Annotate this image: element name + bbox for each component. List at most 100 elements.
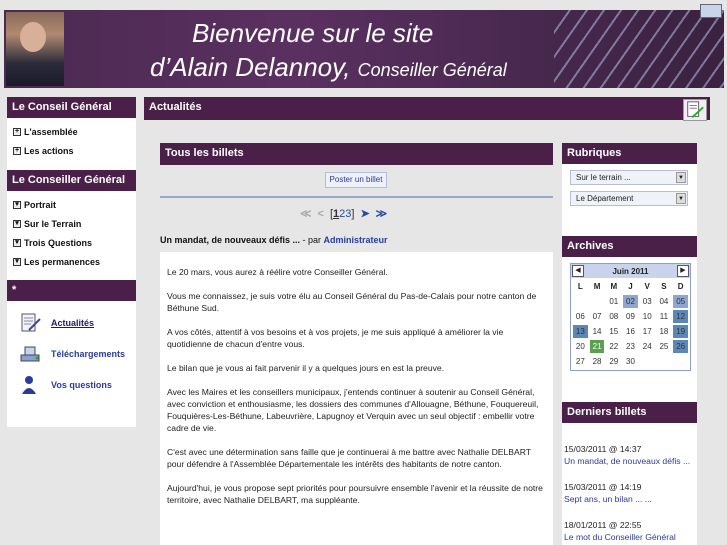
site-banner: Bienvenue sur le site d’Alain Delannoy, … — [4, 10, 724, 88]
nav-sur-le-terrain[interactable]: ▾ Sur le Terrain — [7, 214, 136, 233]
calendar-day[interactable]: 20 — [573, 340, 588, 353]
archive-calendar: ◀ Juin 2011 ▶ L M M J V S D 01 02 03 04 05 06 07 08 09 1… — [570, 263, 691, 371]
conseil-general-menu: Le Conseil Général + L'assemblée + Les act… — [7, 97, 136, 178]
calendar-day[interactable]: 23 — [623, 340, 638, 353]
post-billet-button[interactable]: Poster un billet — [325, 172, 387, 188]
banner-title-line1: Bienvenue sur le site — [192, 18, 434, 48]
billets-header: Tous les billets — [160, 143, 553, 165]
calendar-day-name: V — [644, 282, 650, 291]
edit-document-icon — [683, 99, 707, 121]
calendar-day[interactable]: 25 — [657, 340, 672, 353]
prev-page-icon[interactable]: < — [318, 208, 324, 220]
tools-menu: * Actualités Téléchargements Vos questio… — [7, 280, 136, 427]
calendar-day[interactable]: 06 — [573, 310, 588, 323]
last-page-icon[interactable]: ≫ — [376, 207, 388, 220]
nav-actions[interactable]: + Les actions — [7, 141, 136, 160]
calendar-day[interactable]: 16 — [623, 325, 638, 338]
entry-link[interactable]: Sept ans, un bilan ... ... — [564, 493, 695, 505]
user-icon — [22, 375, 36, 394]
tool-telechargements[interactable]: Téléchargements — [7, 338, 136, 369]
derniers-billets-header: Derniers billets — [562, 402, 697, 423]
nav-portrait[interactable]: ▾ Portrait — [7, 195, 136, 214]
post-paragraph: Le bilan que je vous ai fait parvenir il… — [167, 363, 445, 373]
post-paragraph: Le 20 mars, vous aurez à réélire votre C… — [167, 267, 388, 277]
calendar-day-name: L — [577, 282, 583, 291]
entry-link[interactable]: Le mot du Conseiller Général — [564, 531, 695, 543]
billets-section: Tous les billets — [160, 143, 553, 165]
nav-trois-questions[interactable]: ▾ Trois Questions — [7, 233, 136, 252]
nav-assemblee[interactable]: + L'assemblée — [7, 122, 136, 141]
calendar-day — [590, 295, 605, 308]
calendar-day — [673, 355, 688, 368]
collapse-icon: ▾ — [13, 200, 21, 209]
tools-header: * — [7, 280, 136, 301]
calendar-day[interactable]: 27 — [573, 355, 588, 368]
post-paragraph: Avec les Maires et les conseillers munic… — [167, 387, 539, 433]
calendar-day-name: J — [628, 282, 633, 291]
post-author-link[interactable]: Administrateur — [324, 235, 388, 245]
calendar-day[interactable]: 04 — [657, 295, 672, 308]
calendar-day[interactable]: 19 — [673, 325, 688, 338]
calendar-day[interactable]: 29 — [606, 355, 621, 368]
list-item: 18/01/2011 @ 22:55 Le mot du Conseiller G… — [564, 519, 695, 543]
tool-actualites[interactable]: Actualités — [7, 307, 136, 338]
collapse-icon: ▾ — [13, 219, 21, 228]
calendar-day[interactable]: 28 — [590, 355, 605, 368]
calendar-day[interactable]: 02 — [623, 295, 638, 308]
calendar-day[interactable]: 09 — [623, 310, 638, 323]
calendar-grid: L M M J V S D 01 02 03 04 05 06 07 08 09 10 11 12 13 14 15 16 1… — [571, 278, 690, 370]
archives-header: Archives — [562, 236, 697, 257]
next-page-icon[interactable]: ➤ — [360, 207, 369, 220]
post-paragraph: Vous me connaissez, je suis votre élu au… — [167, 291, 537, 313]
calendar-day — [640, 355, 655, 368]
page-title: Actualités — [149, 101, 202, 113]
calendar-day[interactable]: 24 — [640, 340, 655, 353]
calendar-day[interactable]: 26 — [673, 340, 688, 353]
calendar-day-name: M — [593, 282, 601, 291]
actualites-header: Actualités — [144, 97, 710, 121]
calendar-day[interactable]: 22 — [606, 340, 621, 353]
conseil-general-header: Le Conseil Général — [7, 97, 136, 118]
calendar-day[interactable]: 30 — [623, 355, 638, 368]
entry-link[interactable]: Un mandat, de nouveaux défis ... — [564, 455, 695, 467]
first-page-icon[interactable]: ≪ — [300, 207, 312, 220]
post-title: Un mandat, de nouveaux défis ... - par A… — [160, 235, 388, 245]
calendar-day[interactable]: 03 — [640, 295, 655, 308]
calendar-day[interactable]: 10 — [640, 310, 655, 323]
calendar-day[interactable]: 07 — [590, 310, 605, 323]
calendar-day-name: S — [661, 282, 667, 291]
chevron-down-icon: ▼ — [676, 172, 686, 183]
next-month-icon[interactable]: ▶ — [677, 265, 689, 277]
prev-month-icon[interactable]: ◀ — [572, 265, 584, 277]
derniers-billets-box: Derniers billets 15/03/2011 @ 14:37 Un ma… — [562, 402, 697, 545]
tool-vos-questions[interactable]: Vos questions — [7, 369, 136, 400]
calendar-day[interactable]: 15 — [606, 325, 621, 338]
window-icon[interactable] — [700, 4, 722, 18]
collapse-icon: ▾ — [13, 257, 21, 266]
banner-decoration — [554, 10, 724, 88]
archives-box: Archives ◀ Juin 2011 ▶ L M M J V S D 01 02 03 04 05… — [562, 236, 697, 405]
calendar-day[interactable]: 17 — [640, 325, 655, 338]
download-icon — [20, 346, 40, 361]
nav-permanences[interactable]: ▾ Les permanences — [7, 252, 136, 271]
divider — [160, 196, 553, 198]
collapse-icon: ▾ — [13, 238, 21, 247]
calendar-day[interactable]: 05 — [673, 295, 688, 308]
calendar-day[interactable]: 11 — [657, 310, 672, 323]
calendar-day[interactable]: 18 — [657, 325, 672, 338]
calendar-day[interactable]: 14 — [590, 325, 605, 338]
calendar-month: Juin 2011 — [612, 266, 649, 276]
banner-title-line2: d’Alain Delannoy, Conseiller Général — [150, 52, 507, 82]
post-content: Le 20 mars, vous aurez à réélire votre C… — [160, 252, 553, 545]
calendar-day[interactable]: 08 — [606, 310, 621, 323]
rubrique-select-departement[interactable]: Le Département ▼ — [570, 191, 688, 206]
calendar-day[interactable]: 01 — [606, 295, 621, 308]
rubrique-select-terrain[interactable]: Sur le terrain ... ▼ — [570, 170, 688, 185]
calendar-day-name: M — [610, 282, 618, 291]
chevron-down-icon: ▼ — [676, 193, 686, 204]
edit-document-icon — [21, 313, 41, 331]
calendar-day[interactable]: 12 — [673, 310, 688, 323]
calendar-day[interactable]: 21 — [589, 340, 605, 353]
calendar-day-name: D — [677, 282, 684, 291]
calendar-day[interactable]: 13 — [573, 325, 588, 338]
